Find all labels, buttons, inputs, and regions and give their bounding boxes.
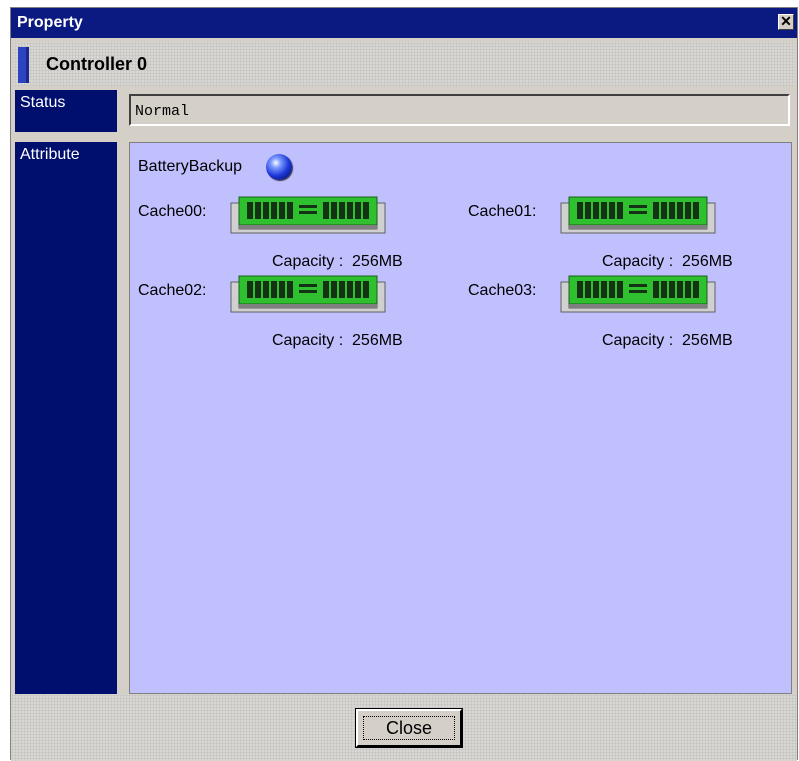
- cache-capacity: Capacity : 256MB: [602, 253, 733, 271]
- close-icon[interactable]: ✕: [778, 14, 794, 30]
- title-bar[interactable]: Property ✕: [11, 8, 797, 38]
- status-label: Status: [20, 94, 66, 111]
- window-title: Property: [17, 14, 83, 31]
- battery-backup-label: BatteryBackup: [138, 158, 243, 175]
- battery-status-icon: [266, 154, 292, 180]
- status-field: Normal: [129, 94, 790, 126]
- capacity-value: 256MB: [682, 332, 733, 349]
- close-button-label: Close: [385, 717, 433, 738]
- page-title: Controller 0: [46, 54, 148, 74]
- close-button[interactable]: Close: [355, 708, 463, 748]
- attribute-panel: BatteryBackup Cache00: Capacity : 256MB …: [129, 142, 792, 694]
- cache-capacity: Capacity : 256MB: [272, 253, 403, 271]
- capacity-value: 256MB: [352, 332, 403, 349]
- status-label-cell: Status: [15, 90, 117, 132]
- cache-capacity: Capacity : 256MB: [272, 332, 403, 350]
- cache-name: Cache01:: [468, 203, 537, 220]
- attribute-label-cell: Attribute: [15, 142, 117, 694]
- capacity-label: Capacity :: [602, 332, 674, 349]
- cache-capacity: Capacity : 256MB: [602, 332, 733, 350]
- button-bar: Close: [11, 694, 797, 761]
- memory-module-icon: [559, 274, 718, 314]
- memory-module-icon: [559, 195, 718, 235]
- status-value: Normal: [135, 103, 190, 120]
- memory-module-icon: [229, 274, 388, 314]
- attribute-label: Attribute: [20, 146, 80, 163]
- capacity-label: Capacity :: [602, 253, 674, 270]
- capacity-value: 256MB: [682, 253, 733, 270]
- memory-module-icon: [229, 195, 388, 235]
- property-window: Property ✕ Controller 0 Status Normal At…: [10, 7, 798, 761]
- header-band: Controller 0: [14, 42, 794, 86]
- capacity-value: 256MB: [352, 253, 403, 270]
- capacity-label: Capacity :: [272, 253, 344, 270]
- capacity-label: Capacity :: [272, 332, 344, 349]
- cache-name: Cache00:: [138, 203, 207, 220]
- cache-name: Cache03:: [468, 282, 537, 299]
- header-accent-bar: [18, 47, 26, 83]
- cache-name: Cache02:: [138, 282, 207, 299]
- header-accent-shadow: [26, 47, 29, 83]
